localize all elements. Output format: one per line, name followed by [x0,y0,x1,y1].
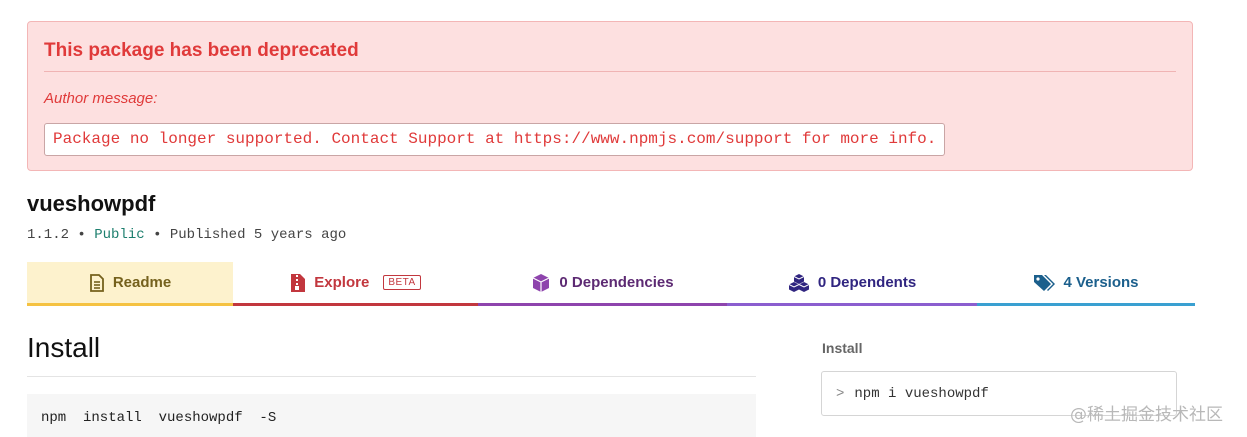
tab-dependents[interactable]: 0 Dependents [727,262,977,306]
prompt-chevron-icon: > [836,385,845,402]
tags-icon [1033,274,1056,292]
package-version: 1.1.2 [27,227,70,243]
tab-label: 0 Dependencies [559,274,674,291]
heading-divider [27,376,756,377]
tab-label: Readme [112,274,172,291]
meta-separator: • [153,227,162,243]
deprecation-banner: This package has been deprecated Author … [27,21,1193,171]
package-name: vueshowpdf [27,191,156,216]
meta-separator: • [77,227,86,243]
install-command-text: npm i vueshowpdf [854,385,989,402]
package-published: Published 5 years ago [169,227,347,243]
beta-badge: BETA [383,275,421,290]
deprecation-title: This package has been deprecated [44,40,359,61]
package-visibility: Public [94,227,145,243]
tab-label: Explore [314,274,370,291]
tab-label: 4 Versions [1063,274,1139,291]
sidebar-install-label: Install [822,340,863,356]
watermark: @稀土掘金技术社区 [1070,405,1223,425]
cube-icon [531,273,551,293]
tab-explore[interactable]: Explore BETA [233,262,478,306]
document-icon [89,273,105,292]
package-meta: 1.1.2 • Public • Published 5 years ago [27,227,346,243]
tab-versions[interactable]: 4 Versions [977,262,1195,306]
package-tabs: Readme Explore BETA 0 Dependencies 0 Dep… [27,262,1195,306]
tab-label: 0 Dependents [817,274,917,291]
cubes-icon [788,273,810,293]
readme-install-heading: Install [27,332,101,363]
tab-readme[interactable]: Readme [27,262,233,306]
deprecation-message: Package no longer supported. Contact Sup… [44,123,945,156]
zip-file-icon [290,273,306,293]
deprecation-divider [44,71,1176,72]
install-code-block: npm install vueshowpdf -S [27,394,756,437]
author-message-label: Author message: [44,90,158,107]
tab-dependencies[interactable]: 0 Dependencies [478,262,727,306]
